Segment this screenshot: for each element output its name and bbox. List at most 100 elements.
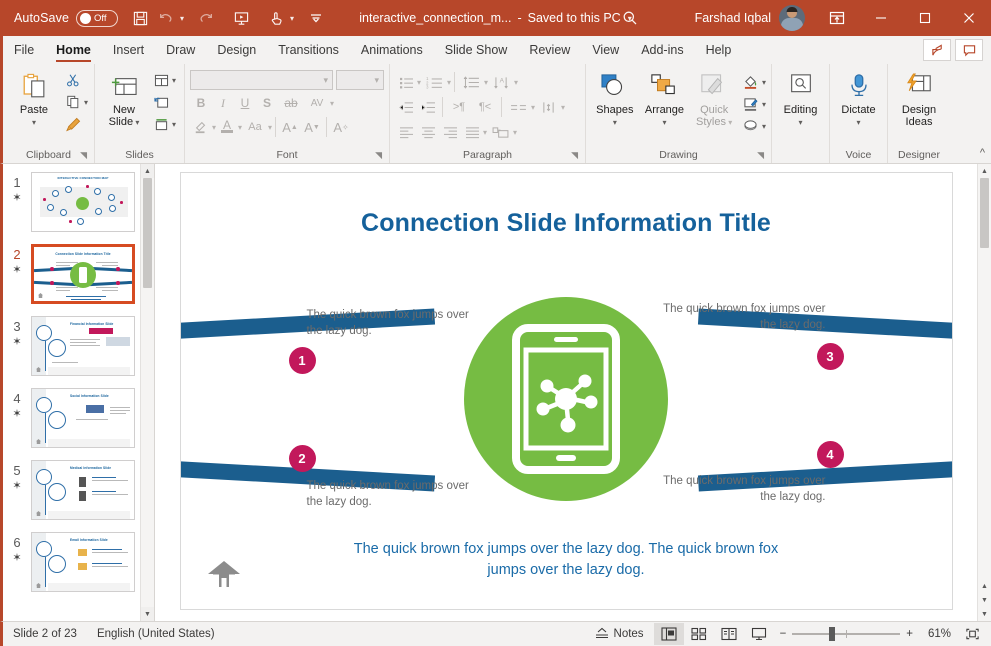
- shape-fill-icon[interactable]: [740, 71, 762, 93]
- cut-icon[interactable]: [62, 69, 84, 91]
- undo-dropdown-caret[interactable]: ▾: [180, 14, 184, 23]
- slide-bottom-caption[interactable]: The quick brown fox jumps over the lazy …: [351, 539, 781, 581]
- redo-icon[interactable]: [193, 5, 219, 31]
- normal-view-button[interactable]: [653, 623, 684, 645]
- thumbnail-slide-2[interactable]: 2 ✶ Connection Slide Information Title: [3, 242, 140, 314]
- shapes-caret[interactable]: ▾: [613, 117, 617, 129]
- tab-home[interactable]: Home: [45, 36, 102, 64]
- touch-mode-icon[interactable]: [263, 5, 289, 31]
- undo-icon[interactable]: [153, 5, 179, 31]
- reset-icon[interactable]: [150, 91, 172, 113]
- zoom-level-label[interactable]: 61%: [919, 628, 951, 640]
- minimize-button[interactable]: [859, 0, 903, 36]
- text-direction-caret[interactable]: ▾: [514, 78, 518, 87]
- align-text-caret[interactable]: ▾: [561, 103, 565, 112]
- align-right-icon[interactable]: [439, 121, 461, 143]
- editing-caret[interactable]: ▾: [798, 117, 802, 129]
- layout-icon[interactable]: [150, 69, 172, 91]
- editing-button[interactable]: Editing ▾: [777, 69, 824, 131]
- convert-to-smartart-icon[interactable]: [487, 121, 513, 143]
- marker-1[interactable]: 1: [288, 347, 316, 374]
- bullets-icon[interactable]: [395, 71, 417, 93]
- thumbnail-scroll-thumb[interactable]: [143, 178, 152, 288]
- slide-editing-surface[interactable]: Connection Slide Information Title 1 2 3…: [179, 172, 953, 610]
- thumbnail-slide-4[interactable]: 4 ✶ Social Information Slide: [3, 386, 140, 458]
- slide-scroll-thumb[interactable]: [980, 178, 989, 248]
- tab-insert[interactable]: Insert: [102, 36, 155, 64]
- customize-quick-access-toolbar-icon[interactable]: [303, 5, 329, 31]
- italic-button[interactable]: I: [212, 92, 234, 114]
- comments-icon[interactable]: [955, 39, 983, 61]
- design-ideas-button[interactable]: Design Ideas: [893, 69, 945, 130]
- notes-button[interactable]: Notes: [585, 622, 654, 646]
- center-green-circle[interactable]: [464, 297, 668, 501]
- clear-formatting-icon[interactable]: A ✧: [330, 116, 352, 138]
- shape-effects-icon[interactable]: [740, 115, 762, 137]
- decrease-indent-icon[interactable]: [395, 96, 417, 118]
- align-center-icon[interactable]: [417, 121, 439, 143]
- reading-view-button[interactable]: [714, 623, 744, 645]
- maximize-button[interactable]: [903, 0, 947, 36]
- thumbnail-scroll-up-button[interactable]: ▲: [141, 164, 154, 178]
- fit-to-window-icon[interactable]: [957, 623, 987, 645]
- arrange-button[interactable]: Arrange ▾: [641, 69, 689, 131]
- avatar[interactable]: [779, 5, 805, 31]
- tab-add-ins[interactable]: Add-ins: [630, 36, 694, 64]
- new-slide-button[interactable]: New Slide ▾: [100, 69, 148, 131]
- align-text-icon[interactable]: [535, 96, 561, 118]
- save-icon[interactable]: [127, 5, 153, 31]
- search-icon[interactable]: [617, 5, 643, 31]
- zoom-slider-knob[interactable]: [829, 627, 835, 641]
- increase-indent-icon[interactable]: [417, 96, 439, 118]
- document-title-area[interactable]: interactive_connection_m... - Saved to t…: [359, 11, 631, 25]
- character-spacing-button[interactable]: AV: [304, 92, 330, 114]
- section-caret[interactable]: ▾: [172, 120, 176, 129]
- zoom-out-button[interactable]: −: [780, 628, 787, 640]
- smartart-caret[interactable]: ▾: [513, 128, 517, 137]
- ltr-icon[interactable]: >¶: [446, 96, 472, 118]
- thumbnail-slide-3[interactable]: 3 ✶ Financial Information Slide: [3, 314, 140, 386]
- thumbnail-slide-5[interactable]: 5 ✶ Medical Information Slide: [3, 458, 140, 530]
- tab-transitions[interactable]: Transitions: [267, 36, 350, 64]
- tab-design[interactable]: Design: [206, 36, 267, 64]
- tab-animations[interactable]: Animations: [350, 36, 434, 64]
- dictate-button[interactable]: Dictate ▾: [835, 69, 882, 131]
- collapse-ribbon-button[interactable]: ^: [980, 147, 985, 159]
- zoom-slider-track[interactable]: [792, 627, 901, 641]
- autosave-toggle[interactable]: Off: [76, 9, 119, 27]
- rtl-icon[interactable]: ¶<: [472, 96, 498, 118]
- zoom-in-button[interactable]: +: [906, 628, 913, 640]
- zoom-control[interactable]: − + 61%: [774, 627, 957, 641]
- quick-styles-button[interactable]: Quick Styles ▾: [690, 69, 738, 131]
- slide-count-status[interactable]: Slide 2 of 23: [3, 622, 87, 646]
- tab-view[interactable]: View: [581, 36, 630, 64]
- section-icon[interactable]: [150, 113, 172, 135]
- font-dialog-launcher[interactable]: ◥: [375, 150, 382, 161]
- slide-title[interactable]: Connection Slide Information Title: [181, 209, 952, 238]
- text-shadow-button[interactable]: S: [256, 92, 278, 114]
- shape-fill-caret[interactable]: ▾: [762, 78, 766, 87]
- columns-icon[interactable]: [505, 96, 531, 118]
- font-name-input[interactable]: ▾: [190, 70, 333, 90]
- tab-file[interactable]: File: [3, 36, 45, 64]
- bold-button[interactable]: B: [190, 92, 212, 114]
- shapes-button[interactable]: Shapes ▾: [591, 69, 639, 131]
- caption-4[interactable]: The quick brown fox jumps over the lazy …: [654, 473, 825, 505]
- text-direction-icon[interactable]: A: [488, 71, 514, 93]
- shape-outline-icon[interactable]: [740, 93, 762, 115]
- tab-draw[interactable]: Draw: [155, 36, 206, 64]
- thumbnail-scroll-down-button[interactable]: ▼: [141, 607, 154, 621]
- justify-icon[interactable]: [461, 121, 483, 143]
- thumbnail-slide-6[interactable]: 6 ✶ Email Information Slide: [3, 530, 140, 602]
- touch-mode-caret[interactable]: ▾: [290, 14, 294, 23]
- home-icon[interactable]: [207, 559, 241, 589]
- thumbnail-scroll-track[interactable]: [141, 178, 154, 607]
- caption-2[interactable]: The quick brown fox jumps over the lazy …: [307, 478, 479, 510]
- drawing-dialog-launcher[interactable]: ◥: [757, 150, 764, 161]
- font-size-input[interactable]: ▾: [336, 70, 384, 90]
- change-case-caret[interactable]: ▾: [268, 123, 272, 132]
- slide-previous-button[interactable]: ▲: [978, 579, 991, 593]
- marker-2[interactable]: 2: [288, 445, 316, 472]
- copy-dropdown-caret[interactable]: ▾: [84, 98, 88, 107]
- underline-button[interactable]: U: [234, 92, 256, 114]
